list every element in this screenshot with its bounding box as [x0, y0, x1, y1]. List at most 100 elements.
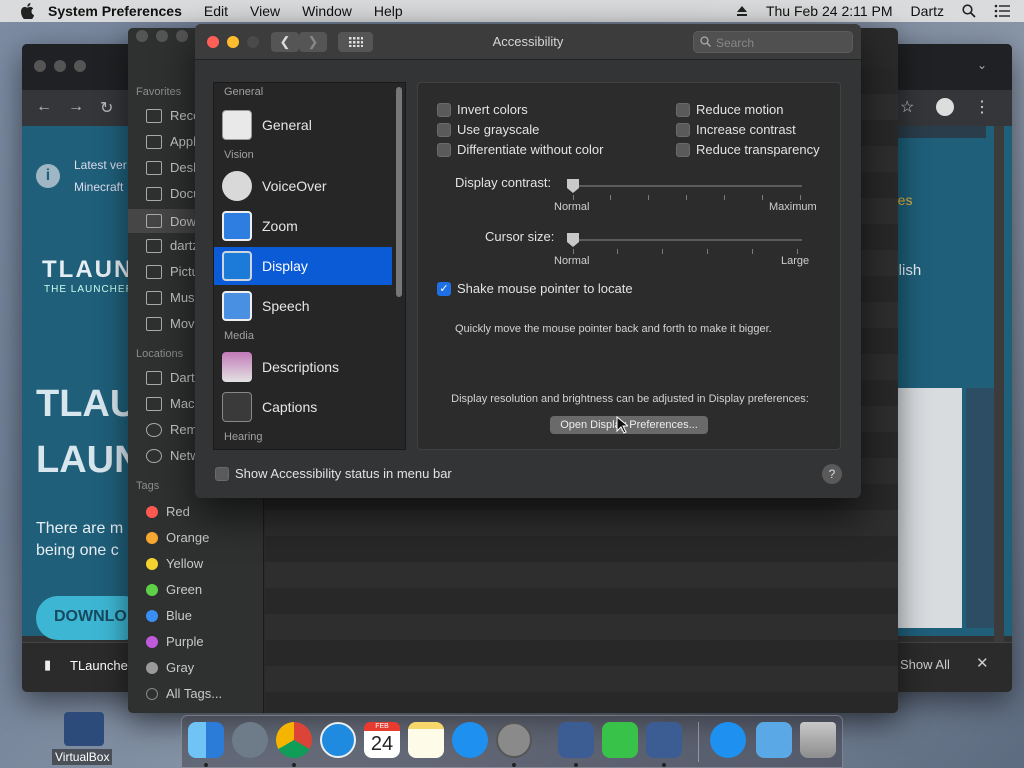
increase-contrast-checkbox[interactable]: Increase contrast — [676, 122, 796, 137]
notification-center-icon[interactable] — [994, 4, 1010, 18]
system-preferences-icon[interactable] — [496, 722, 532, 758]
app-store-icon[interactable] — [452, 722, 488, 758]
cursor-size-slider[interactable] — [568, 239, 802, 241]
display-contrast-slider[interactable] — [568, 185, 802, 187]
browser-minimize-button[interactable] — [54, 60, 66, 72]
category-zoom[interactable]: Zoom — [214, 207, 392, 245]
site-logo-text[interactable]: TLAUN — [42, 256, 133, 284]
apple-icon[interactable] — [20, 3, 34, 19]
show-status-in-menu-bar-checkbox[interactable]: Show Accessibility status in menu bar — [215, 466, 452, 481]
sidebar-tag-item[interactable]: Green — [146, 582, 202, 597]
spotlight-search-icon[interactable] — [962, 4, 976, 18]
category-speech[interactable]: Speech — [214, 287, 392, 325]
finder-icon[interactable] — [188, 722, 224, 758]
category-list: General General Vision VoiceOver Zoom Di… — [213, 82, 406, 450]
category-captions[interactable]: Captions — [214, 388, 392, 426]
music-icon — [146, 290, 162, 305]
browser-menu-icon[interactable]: ⋮ — [974, 97, 990, 117]
help-button[interactable]: ? — [822, 464, 842, 484]
virtualbox-desktop-icon[interactable] — [64, 712, 104, 746]
trash-icon[interactable] — [800, 722, 836, 758]
menu-user[interactable]: Dartz — [911, 3, 944, 19]
back-button[interactable]: ❮ — [271, 32, 299, 52]
sidebar-tag-item[interactable]: Orange — [146, 530, 209, 545]
forward-button[interactable]: ❯ — [299, 32, 327, 52]
display-contrast-slider-thumb[interactable] — [566, 178, 580, 194]
category-descriptions[interactable]: Descriptions — [214, 348, 392, 386]
forward-arrow-icon[interactable]: → — [68, 98, 84, 116]
back-arrow-icon[interactable]: ← — [36, 98, 52, 116]
desktop-item-label[interactable]: VirtualBox — [52, 749, 113, 765]
bookmark-star-icon[interactable]: ☆ — [900, 97, 914, 117]
category-general[interactable]: General — [214, 106, 392, 144]
download-file-name[interactable]: TLaunche — [70, 658, 128, 673]
search-icon — [700, 36, 711, 47]
show-all-downloads-link[interactable]: Show All — [900, 657, 950, 672]
sidebar-tag-item[interactable]: Gray — [146, 660, 194, 675]
shake-to-locate-checkbox[interactable]: ✓ Shake mouse pointer to locate — [437, 281, 633, 296]
category-header-general: General — [224, 86, 264, 98]
category-list-scrollbar[interactable] — [396, 87, 402, 297]
reduce-motion-checkbox[interactable]: Reduce motion — [676, 102, 783, 117]
window-zoom-button[interactable] — [247, 36, 259, 48]
search-placeholder: Search — [716, 36, 755, 50]
menu-window[interactable]: Window — [302, 3, 352, 19]
sidebar-tag-item[interactable]: Purple — [146, 634, 204, 649]
use-grayscale-checkbox[interactable]: Use grayscale — [437, 122, 539, 137]
browser-scrollbar[interactable] — [994, 126, 1004, 642]
general-icon — [222, 110, 252, 140]
virtualbox-icon[interactable] — [558, 722, 594, 758]
browser-zoom-button[interactable] — [74, 60, 86, 72]
reload-icon[interactable]: ↻ — [100, 98, 113, 118]
launchpad-icon[interactable] — [232, 722, 268, 758]
category-display[interactable]: Display — [214, 247, 392, 285]
sidebar-item-home[interactable]: dartz — [146, 238, 199, 253]
profile-avatar-icon[interactable] — [936, 98, 954, 116]
calendar-icon[interactable]: FEB 24 — [364, 722, 400, 758]
cursor-size-slider-thumb[interactable] — [566, 232, 580, 248]
show-all-button[interactable] — [338, 32, 373, 52]
category-voiceover[interactable]: VoiceOver — [214, 167, 392, 205]
sidebar-item-label: Purple — [166, 634, 204, 649]
close-icon[interactable]: ✕ — [976, 654, 989, 672]
menu-edit[interactable]: Edit — [204, 3, 228, 19]
differentiate-without-color-checkbox[interactable]: Differentiate without color — [437, 142, 603, 157]
notes-icon[interactable] — [408, 722, 444, 758]
window-minimize-button[interactable] — [227, 36, 239, 48]
menu-app-name[interactable]: System Preferences — [48, 3, 182, 19]
finder-minimize-button[interactable] — [156, 30, 168, 42]
reduce-transparency-checkbox[interactable]: Reduce transparency — [676, 142, 820, 157]
eject-icon[interactable] — [736, 5, 748, 17]
invert-colors-checkbox[interactable]: Invert colors — [437, 102, 528, 117]
finder-close-button[interactable] — [136, 30, 148, 42]
safari-icon[interactable] — [320, 722, 356, 758]
open-display-preferences-button[interactable]: Open Display Preferences... — [550, 416, 708, 434]
menu-help[interactable]: Help — [374, 3, 403, 19]
sidebar-tag-item[interactable]: Blue — [146, 608, 192, 623]
downloads-folder-icon[interactable] — [756, 722, 792, 758]
app-store-download-icon[interactable] — [710, 722, 746, 758]
menu-view[interactable]: View — [250, 3, 280, 19]
virtualbox-vm-icon[interactable] — [646, 722, 682, 758]
accessibility-preferences-window: ❮ ❯ Accessibility Search General General… — [195, 24, 861, 498]
sidebar-tag-item[interactable]: All Tags... — [146, 686, 222, 701]
menu-clock[interactable]: Thu Feb 24 2:11 PM — [766, 3, 893, 19]
tab-search-icon[interactable]: ⌄ — [977, 58, 987, 72]
checkmark-icon: ✓ — [437, 281, 451, 296]
browser-close-button[interactable] — [34, 60, 46, 72]
finder-zoom-button[interactable] — [176, 30, 188, 42]
search-input[interactable]: Search — [693, 31, 853, 53]
display-contrast-label: Display contrast: — [455, 175, 552, 190]
tag-color-icon — [146, 661, 158, 674]
grid-icon — [348, 37, 363, 47]
display-contrast-min-label: Normal — [554, 201, 590, 213]
facetime-icon[interactable] — [602, 722, 638, 758]
sidebar-tag-item[interactable]: Red — [146, 504, 190, 519]
dock: FEB 24 — [181, 715, 843, 768]
sidebar-item-computer[interactable]: Dartz — [146, 370, 201, 385]
chrome-icon[interactable] — [276, 722, 312, 758]
sidebar-tag-item[interactable]: Yellow — [146, 556, 203, 571]
checkbox-label: Reduce transparency — [696, 142, 820, 157]
window-close-button[interactable] — [207, 36, 219, 48]
category-label: Display — [262, 258, 308, 274]
